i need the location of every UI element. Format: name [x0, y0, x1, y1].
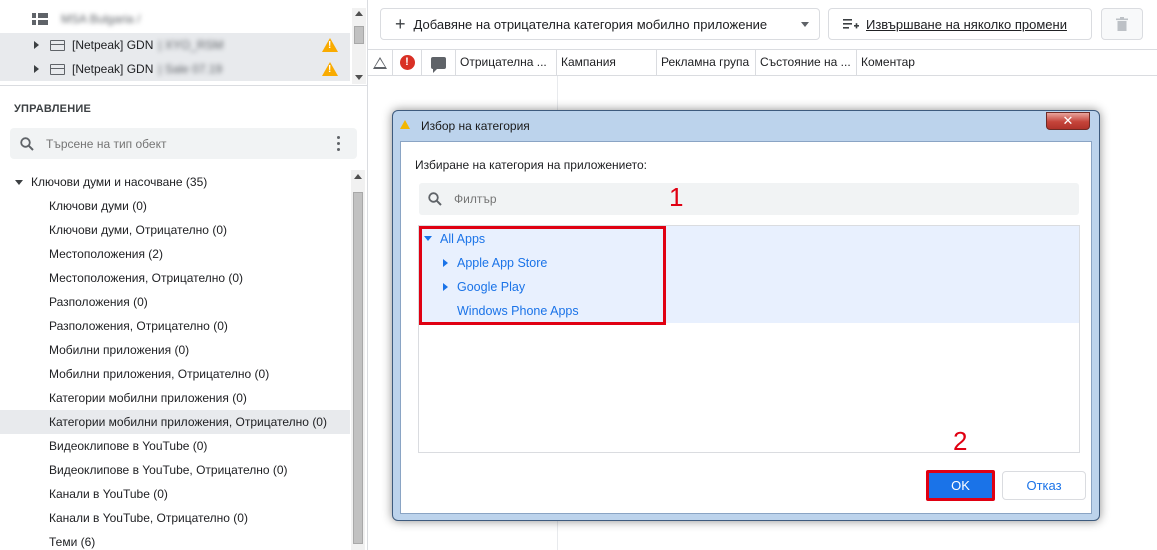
object-type-search-input[interactable]	[46, 136, 316, 151]
object-type-tree: Ключови думи и насочване (35) Ключови ду…	[0, 170, 350, 550]
toolbar: + Добавяне на отрицателна категория моби…	[368, 0, 1157, 49]
grid-col-warnings[interactable]	[368, 50, 393, 75]
object-item[interactable]: Канали в YouTube (0)	[0, 482, 350, 506]
object-item[interactable]: Ключови думи, Отрицателно (0)	[0, 218, 350, 242]
object-tree-scrollbar[interactable]	[351, 170, 365, 550]
campaign-row[interactable]: [Netpeak] GDN | Sale 07.19	[0, 57, 350, 81]
left-pane: MSA Bulgaria / [Netpeak] GDN | XYO_RSM […	[0, 0, 368, 550]
grid-col-comments[interactable]	[422, 50, 456, 75]
campaign-suffix: | Sale 07.19	[158, 62, 223, 76]
object-group-label: Ключови думи и насочване (35)	[31, 175, 208, 189]
grid-header: ! Отрицателна ... Кампания Рекламна груп…	[368, 49, 1157, 76]
object-item[interactable]: Категории мобилни приложения (0)	[0, 386, 350, 410]
scroll-up-arrow-icon[interactable]	[355, 11, 363, 16]
object-item[interactable]: Теми (6)	[0, 530, 350, 550]
object-item[interactable]: Местоположения, Отрицателно (0)	[0, 266, 350, 290]
category-tree: All Apps Apple App Store Google Play Win…	[418, 225, 1080, 453]
object-item[interactable]: Мобилни приложения (0)	[0, 338, 350, 362]
category-filter[interactable]	[419, 183, 1079, 215]
campaign-label: [Netpeak] GDN	[72, 62, 154, 76]
campaign-icon	[50, 39, 65, 51]
warning-outline-icon	[373, 56, 387, 69]
object-item[interactable]: Местоположения (2)	[0, 242, 350, 266]
object-item[interactable]: Канали в YouTube, Отрицателно (0)	[0, 506, 350, 530]
management-header: УПРАВЛЕНИЕ	[14, 103, 91, 115]
ok-button[interactable]: OK	[926, 470, 995, 501]
dialog-titlebar[interactable]: Избор на категория ✕	[393, 111, 1099, 141]
annotation-highlight-box	[419, 226, 666, 325]
object-item[interactable]: Ключови думи (0)	[0, 194, 350, 218]
object-item[interactable]: Разположения, Отрицателно (0)	[0, 314, 350, 338]
dialog-title: Избор на категория	[421, 119, 530, 133]
object-type-search[interactable]	[10, 128, 357, 159]
scrollbar-thumb[interactable]	[354, 26, 364, 44]
comment-icon	[431, 56, 446, 73]
object-group-keywords-targeting[interactable]: Ключови думи и насочване (35)	[0, 170, 350, 194]
expand-arrow-icon[interactable]	[34, 41, 39, 49]
multiple-changes-button[interactable]: Извършване на няколко промени	[828, 8, 1092, 40]
scroll-down-arrow-icon[interactable]	[355, 75, 363, 80]
grid-col-comment[interactable]: Коментар	[857, 50, 1157, 75]
trash-icon	[1116, 17, 1128, 31]
expand-arrow-icon[interactable]	[34, 65, 39, 73]
search-icon	[20, 136, 34, 151]
collapse-arrow-icon[interactable]	[15, 180, 23, 185]
campaign-icon	[50, 63, 65, 75]
list-add-icon	[843, 19, 859, 29]
delete-button[interactable]	[1101, 8, 1143, 40]
account-tree: MSA Bulgaria / [Netpeak] GDN | XYO_RSM […	[0, 0, 368, 86]
category-filter-input[interactable]	[454, 192, 1054, 206]
grid-view-icon	[32, 13, 48, 25]
warning-icon	[322, 62, 338, 76]
add-negative-category-button[interactable]: + Добавяне на отрицателна категория моби…	[380, 8, 820, 40]
object-item[interactable]: Мобилни приложения, Отрицателно (0)	[0, 362, 350, 386]
search-icon	[428, 192, 442, 206]
error-icon: !	[399, 55, 415, 70]
object-item-selected[interactable]: Категории мобилни приложения, Отрицателн…	[0, 410, 350, 434]
warning-icon	[322, 38, 338, 52]
scrollbar-thumb[interactable]	[353, 192, 363, 544]
grid-col-campaign[interactable]: Кампания	[557, 50, 657, 75]
object-item[interactable]: Видеоклипове в YouTube, Отрицателно (0)	[0, 458, 350, 482]
grid-col-errors[interactable]: !	[393, 50, 422, 75]
grid-col-ad-group[interactable]: Рекламна група	[657, 50, 756, 75]
category-picker-dialog: Избор на категория ✕ Избиране на категор…	[392, 110, 1100, 521]
account-root-label: MSA Bulgaria /	[61, 12, 141, 26]
app-logo-icon	[400, 120, 410, 129]
annotation-number-1: 1	[669, 182, 684, 212]
grid-col-negative[interactable]: Отрицателна ...	[456, 50, 557, 75]
multiple-changes-label: Извършване на няколко промени	[866, 16, 1067, 32]
dialog-prompt: Избиране на категория на приложението:	[415, 158, 648, 172]
close-button[interactable]: ✕	[1046, 112, 1090, 130]
campaign-row[interactable]: [Netpeak] GDN | XYO_RSM	[0, 33, 350, 57]
scroll-up-arrow-icon[interactable]	[354, 174, 362, 179]
chevron-down-icon[interactable]	[801, 22, 809, 27]
add-negative-category-label: Добавяне на отрицателна категория мобилн…	[413, 16, 768, 32]
object-item[interactable]: Видеоклипове в YouTube (0)	[0, 434, 350, 458]
dialog-body: Избиране на категория на приложението: A…	[400, 141, 1092, 514]
account-root-row[interactable]: MSA Bulgaria /	[0, 7, 350, 31]
object-item[interactable]: Разположения (0)	[0, 290, 350, 314]
grid-col-status[interactable]: Състояние на ...	[756, 50, 857, 75]
plus-icon: +	[395, 13, 406, 34]
annotation-number-2: 2	[953, 426, 968, 456]
cancel-button[interactable]: Отказ	[1002, 471, 1086, 500]
more-options-icon[interactable]	[337, 136, 341, 154]
account-tree-scrollbar[interactable]	[352, 8, 366, 84]
campaign-suffix: | XYO_RSM	[158, 38, 224, 52]
campaign-label: [Netpeak] GDN	[72, 38, 154, 52]
